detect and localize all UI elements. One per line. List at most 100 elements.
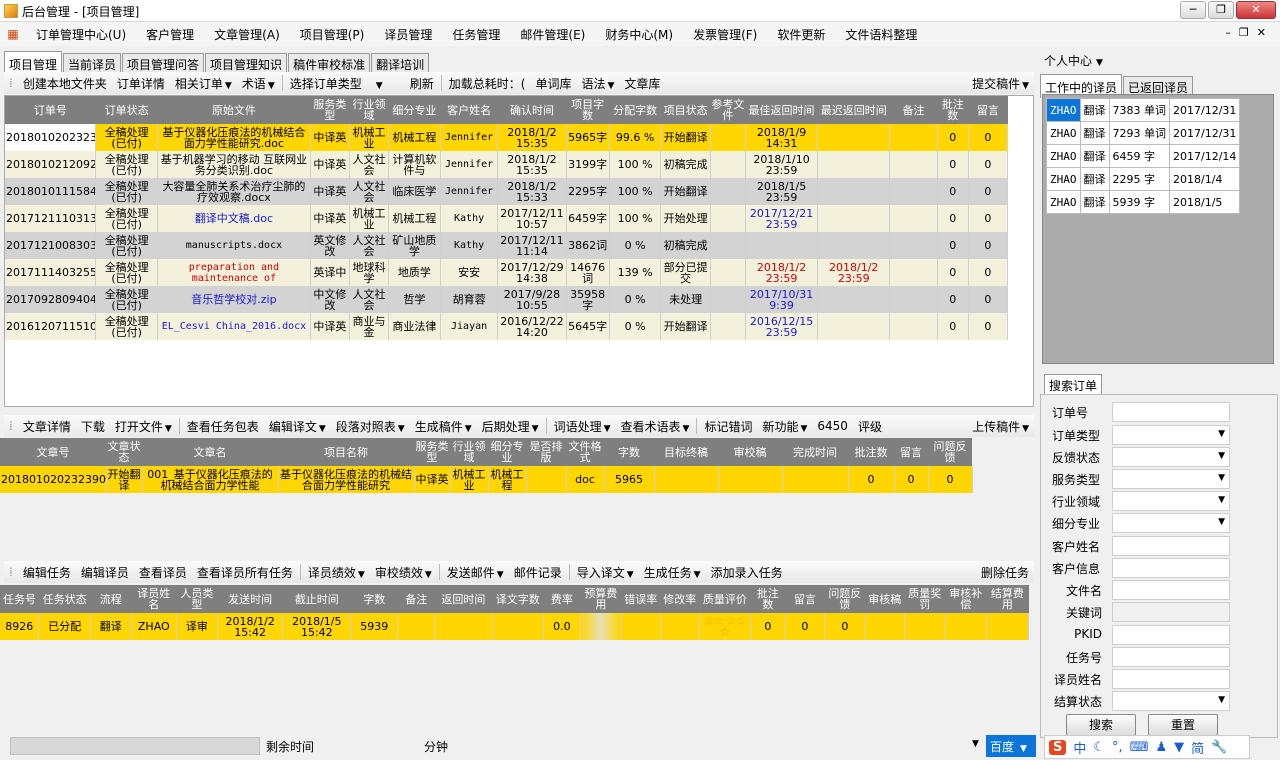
terms-button[interactable]: 术语 ▼: [237, 75, 280, 92]
generate-manuscript-button[interactable]: 生成稿件 ▼: [410, 418, 477, 435]
search-select[interactable]: ▼: [1112, 691, 1230, 711]
open-file-button[interactable]: 打开文件 ▼: [110, 418, 177, 435]
articles-col-header[interactable]: 项目名称: [278, 438, 414, 466]
tasks-col-header[interactable]: 留言: [785, 585, 825, 613]
search-select[interactable]: ▼: [1112, 491, 1230, 511]
tasks-col-header[interactable]: 批注数: [750, 585, 786, 613]
tasks-col-header[interactable]: 预算费用: [580, 585, 622, 613]
new-features-button[interactable]: 新功能 ▼: [757, 418, 812, 435]
menu-corpus[interactable]: 文件语料整理: [835, 26, 927, 43]
order-row[interactable]: 20180101115845 全稿处理(已付) 大容量全肺关系术治疗尘肺的疗效观察.…: [5, 178, 1009, 205]
order-row[interactable]: 20171210083035 全稿处理(已付) manuscripts.docx 英文…: [5, 232, 1009, 259]
tasks-col-header[interactable]: 发送时间: [217, 585, 283, 613]
tasks-col-header[interactable]: 结算费用: [986, 585, 1029, 613]
translator-row[interactable]: ZHAO 翻译 7293 单词 2017/12/31: [1046, 121, 1241, 145]
articles-col-header[interactable]: 问题反馈: [928, 438, 972, 466]
tasks-col-header[interactable]: 任务状态: [38, 585, 91, 613]
tasks-col-header[interactable]: 质量评价: [699, 585, 751, 613]
chevron-down-icon[interactable]: ▼: [1218, 695, 1225, 705]
menu-task[interactable]: 任务管理: [442, 26, 510, 43]
menu-article[interactable]: 文章管理(A): [204, 26, 290, 43]
download-button[interactable]: 下载: [76, 418, 110, 435]
search-input[interactable]: [1112, 402, 1230, 422]
chevron-down-icon[interactable]: ▼: [1218, 495, 1225, 505]
order-row[interactable]: 20161207115103 全稿处理(已付) EL_Cesvi China_201…: [5, 313, 1009, 340]
reset-button[interactable]: 重置: [1148, 714, 1218, 736]
order-type-select[interactable]: 选择订单类型 ▼: [285, 75, 405, 92]
orders-col-header[interactable]: 批注数: [937, 96, 969, 124]
order-details-button[interactable]: 订单详情: [112, 75, 170, 92]
maximize-icon[interactable]: ❐: [1208, 1, 1234, 19]
orders-col-header[interactable]: 行业领域: [349, 96, 389, 124]
ime-chinese-mode[interactable]: 中: [1073, 738, 1086, 757]
task-package-button[interactable]: 查看任务包表: [182, 418, 264, 435]
search-button[interactable]: 搜索: [1066, 714, 1136, 736]
review-performance-button[interactable]: 审校绩效 ▼: [370, 564, 437, 581]
search-select[interactable]: ▼: [1112, 469, 1230, 489]
articles-col-header[interactable]: 是否排版: [526, 438, 566, 466]
orders-col-header[interactable]: 订单状态: [95, 96, 158, 124]
email-log-button[interactable]: 邮件记录: [509, 564, 567, 581]
search-input[interactable]: [1112, 536, 1230, 556]
menu-mail[interactable]: 邮件管理(E): [510, 26, 595, 43]
engine-select[interactable]: 百度 ▼: [986, 735, 1036, 757]
edit-translation-button[interactable]: 编辑译文 ▼: [264, 418, 331, 435]
ime-simplified[interactable]: 简: [1191, 738, 1204, 757]
task-row[interactable]: 8926 已分配 翻译 ZHAO 译审 2018/1/2 15:42 2018/1/5 15…: [0, 613, 1030, 640]
tasks-col-header[interactable]: 任务号: [0, 585, 39, 613]
orders-col-header[interactable]: 分配字数: [609, 96, 661, 124]
search-input[interactable]: [1112, 602, 1230, 622]
articles-col-header[interactable]: 完成时间: [782, 438, 848, 466]
paragraph-table-button[interactable]: 段落对照表 ▼: [331, 418, 410, 435]
tasks-col-header[interactable]: 译文字数: [492, 585, 544, 613]
tasks-col-header[interactable]: 字数: [350, 585, 398, 613]
tasks-col-header[interactable]: 修改率: [660, 585, 700, 613]
translator-row[interactable]: ZHAO 翻译 5939 字 2018/1/5: [1046, 190, 1241, 214]
view-all-tasks-button[interactable]: 查看译员所有任务: [192, 564, 298, 581]
orders-col-header[interactable]: 参考文件: [710, 96, 746, 124]
user-icon[interactable]: ♟: [1155, 740, 1167, 755]
chevron-down-icon[interactable]: ▼: [1218, 451, 1225, 461]
articles-col-header[interactable]: 文章名: [142, 438, 278, 466]
orders-col-header[interactable]: 项目字数: [566, 96, 610, 124]
menu-translator[interactable]: 译员管理: [374, 26, 442, 43]
orders-col-header[interactable]: 最佳返回时间: [745, 96, 818, 124]
tasks-col-header[interactable]: 质量奖罚: [904, 585, 946, 613]
order-row[interactable]: 20180102120926 全稿处理(已付) 基于机器学习的移动 互联网业务分类识…: [5, 151, 1009, 178]
tasks-col-header[interactable]: 问题反馈: [824, 585, 866, 613]
edit-task-button[interactable]: 编辑任务: [18, 564, 76, 581]
search-input[interactable]: [1112, 625, 1230, 645]
post-processing-button[interactable]: 后期处理 ▼: [477, 418, 544, 435]
search-select[interactable]: ▼: [1112, 447, 1230, 467]
search-input[interactable]: [1112, 647, 1230, 667]
view-translator-button[interactable]: 查看译员: [134, 564, 192, 581]
moon-icon[interactable]: ☾: [1093, 740, 1105, 755]
tasks-col-header[interactable]: 审核补偿: [945, 585, 987, 613]
tasks-col-header[interactable]: 备注: [397, 585, 435, 613]
tasks-col-header[interactable]: 流程: [90, 585, 132, 613]
edit-translator-button[interactable]: 编辑译员: [76, 564, 134, 581]
word-processing-button[interactable]: 词语处理 ▼: [549, 418, 616, 435]
articles-col-header[interactable]: 服务类型: [414, 438, 450, 466]
article-row[interactable]: 20180102023239001开始翻译001_基于仪器化压痕法的机械结合面力…: [0, 466, 973, 493]
upload-manuscript-button[interactable]: 上传稿件 ▼: [967, 418, 1034, 435]
orders-col-header[interactable]: 项目状态: [660, 96, 711, 124]
articles-col-header[interactable]: 字数: [604, 438, 654, 466]
articles-col-header[interactable]: 批注数: [848, 438, 894, 466]
quality-rating-stars[interactable]: ☆☆☆☆☆: [699, 613, 752, 640]
orders-col-header[interactable]: 服务类型: [310, 96, 350, 124]
orders-col-header[interactable]: 留言: [968, 96, 1008, 124]
articles-col-header[interactable]: 行业领域: [450, 438, 488, 466]
translator-performance-button[interactable]: 译员绩效 ▼: [303, 564, 370, 581]
grammar-button[interactable]: 语法 ▼: [576, 75, 619, 92]
translator-row[interactable]: ZHAO 翻译 7383 单词 2017/12/31: [1046, 98, 1241, 122]
minimize-icon[interactable]: ─: [1180, 1, 1206, 19]
tasks-col-header[interactable]: 审核稿: [865, 585, 905, 613]
search-input[interactable]: [1112, 558, 1230, 578]
articles-col-header[interactable]: 审校稿: [718, 438, 782, 466]
menu-finance[interactable]: 财务中心(M): [595, 26, 683, 43]
close-icon[interactable]: ✕: [1236, 1, 1276, 19]
articles-col-header[interactable]: 目标终稿: [654, 438, 718, 466]
article-library-button[interactable]: 文章库: [619, 75, 665, 92]
mdi-controls[interactable]: –❐✕: [1225, 26, 1274, 39]
